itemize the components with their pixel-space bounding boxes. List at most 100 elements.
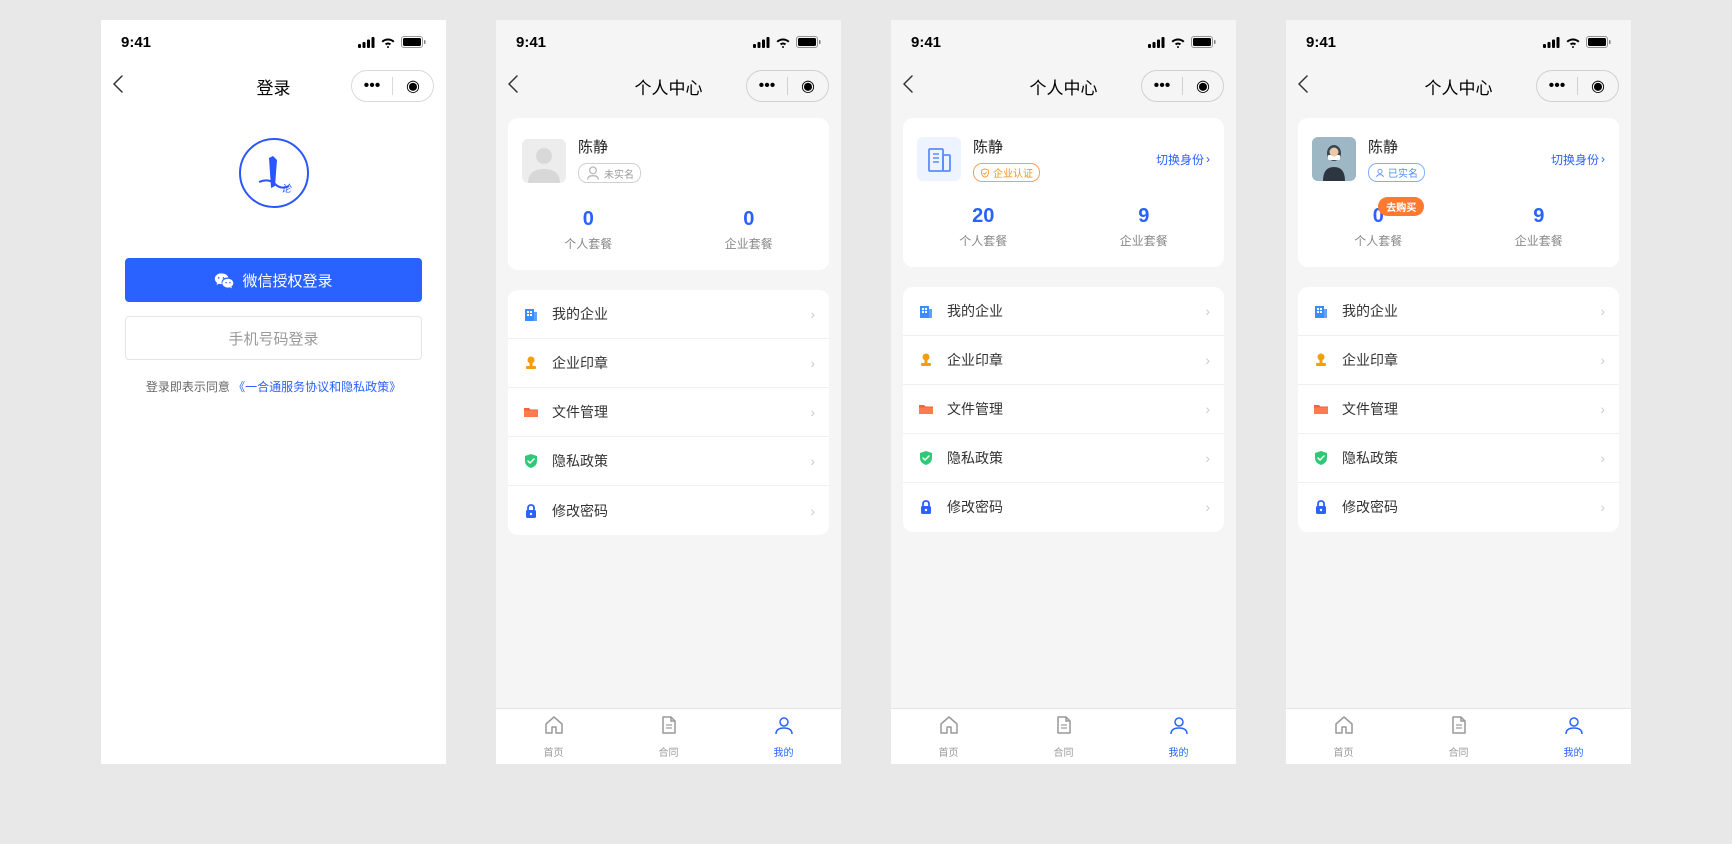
menu-privacy[interactable]: 隐私政策 ›	[903, 434, 1224, 483]
signal-icon	[753, 37, 770, 48]
tab-home[interactable]: 首页	[891, 709, 1006, 764]
menu-list: 我的企业 › 企业印章 › 文件管理 › 隐私政策 › 修改密码 ›	[1298, 287, 1619, 532]
wifi-icon	[775, 36, 791, 48]
capsule-menu-icon[interactable]: •••	[352, 70, 392, 102]
capsule-menu-icon[interactable]: •••	[1537, 70, 1577, 102]
navbar-title: 登录	[257, 74, 291, 99]
chevron-right-icon: ›	[1205, 401, 1210, 417]
home-icon	[1333, 714, 1355, 742]
menu-my-company[interactable]: 我的企业 ›	[903, 287, 1224, 336]
profile-header[interactable]: 陈静 企业认证 切换身份 ›	[903, 118, 1224, 195]
stats-row: 0 去购买 个人套餐 9 企业套餐	[1298, 195, 1619, 267]
stat-enterprise[interactable]: 0 企业套餐	[669, 208, 830, 252]
menu-my-company[interactable]: 我的企业 ›	[1298, 287, 1619, 336]
menu-change-pwd[interactable]: 修改密码 ›	[903, 483, 1224, 532]
login-agreement: 登录即表示同意 《一合通服务协议和隐私政策》	[101, 378, 446, 395]
phone-login-button[interactable]: 手机号码登录	[125, 316, 422, 360]
profile-header[interactable]: 陈静 已实名 切换身份 ›	[1298, 118, 1619, 195]
capsule-menu-icon[interactable]: •••	[747, 70, 787, 102]
chevron-right-icon: ›	[810, 355, 815, 371]
stat-enterprise[interactable]: 9 企业套餐	[1459, 205, 1620, 249]
shield-check-icon	[980, 168, 990, 178]
menu-privacy[interactable]: 隐私政策 ›	[508, 437, 829, 486]
tab-home[interactable]: 首页	[496, 709, 611, 764]
battery-icon	[1191, 36, 1216, 48]
menu-company-seal[interactable]: 企业印章 ›	[508, 339, 829, 388]
folder-icon	[1312, 400, 1330, 418]
menu-company-seal[interactable]: 企业印章 ›	[1298, 336, 1619, 385]
tab-mine[interactable]: 我的	[1121, 709, 1236, 764]
back-button[interactable]	[1298, 75, 1322, 98]
status-icons	[358, 36, 426, 48]
user-icon	[1168, 714, 1190, 742]
seal-icon	[1312, 351, 1330, 369]
shield-icon	[1312, 449, 1330, 467]
chevron-right-icon: ›	[1600, 303, 1605, 319]
user-name: 陈静	[578, 136, 815, 157]
profile-screen-unverified: 9:41 个人中心 ••• ◉ 陈静 未实名	[496, 20, 841, 764]
login-screen: 9:41 登录 ••• ◉ 论 微信授权登录 手机号码登录 登录即表示同意 《一…	[101, 20, 446, 764]
switch-identity-link[interactable]: 切换身份 ›	[1156, 151, 1210, 168]
capsule-menu-icon[interactable]: •••	[1142, 70, 1182, 102]
menu-file-mgmt[interactable]: 文件管理 ›	[508, 388, 829, 437]
back-button[interactable]	[903, 75, 927, 98]
capsule-close-icon[interactable]: ◉	[393, 70, 433, 102]
wifi-icon	[380, 36, 396, 48]
home-icon	[543, 714, 565, 742]
buy-badge[interactable]: 去购买	[1378, 197, 1424, 216]
stat-personal[interactable]: 20 个人套餐	[903, 205, 1064, 249]
building-icon	[522, 305, 540, 323]
navbar-title: 个人中心	[1425, 74, 1493, 99]
menu-change-pwd[interactable]: 修改密码 ›	[508, 486, 829, 535]
profile-header[interactable]: 陈静 未实名	[508, 118, 829, 198]
tab-contract[interactable]: 合同	[611, 709, 726, 764]
navbar: 个人中心 ••• ◉	[1286, 64, 1631, 108]
profile-card: 陈静 未实名 0 个人套餐 0 企业套餐	[508, 118, 829, 270]
back-button[interactable]	[113, 75, 137, 98]
miniprogram-capsule: ••• ◉	[1141, 70, 1224, 102]
verification-badge: 未实名	[578, 163, 641, 183]
menu-company-seal[interactable]: 企业印章 ›	[903, 336, 1224, 385]
stat-personal[interactable]: 0 去购买 个人套餐	[1298, 205, 1459, 249]
shield-icon	[917, 449, 935, 467]
user-name: 陈静	[973, 136, 1156, 157]
agreement-link[interactable]: 《一合通服务协议和隐私政策》	[233, 380, 401, 394]
tabbar: 首页 合同 我的	[891, 708, 1236, 764]
stat-personal[interactable]: 0 个人套餐	[508, 208, 669, 252]
navbar-title: 个人中心	[1030, 74, 1098, 99]
seal-icon	[917, 351, 935, 369]
capsule-close-icon[interactable]: ◉	[1183, 70, 1223, 102]
statusbar: 9:41	[101, 20, 446, 64]
chevron-right-icon: ›	[1600, 401, 1605, 417]
chevron-right-icon: ›	[1205, 450, 1210, 466]
tab-contract[interactable]: 合同	[1006, 709, 1121, 764]
miniprogram-capsule: ••• ◉	[351, 70, 434, 102]
menu-my-company[interactable]: 我的企业 ›	[508, 290, 829, 339]
menu-privacy[interactable]: 隐私政策 ›	[1298, 434, 1619, 483]
tab-contract[interactable]: 合同	[1401, 709, 1516, 764]
back-button[interactable]	[508, 75, 532, 98]
tab-home[interactable]: 首页	[1286, 709, 1401, 764]
wechat-login-button[interactable]: 微信授权登录	[125, 258, 422, 302]
switch-identity-link[interactable]: 切换身份 ›	[1551, 151, 1605, 168]
profile-card: 陈静 企业认证 切换身份 › 20 个人套餐 9 企业套餐	[903, 118, 1224, 267]
tab-mine[interactable]: 我的	[1516, 709, 1631, 764]
building-icon	[1312, 302, 1330, 320]
chevron-right-icon: ›	[1600, 499, 1605, 515]
capsule-close-icon[interactable]: ◉	[788, 70, 828, 102]
menu-file-mgmt[interactable]: 文件管理 ›	[1298, 385, 1619, 434]
document-icon	[1448, 714, 1470, 742]
chevron-right-icon: ›	[810, 306, 815, 322]
stat-enterprise[interactable]: 9 企业套餐	[1064, 205, 1225, 249]
menu-file-mgmt[interactable]: 文件管理 ›	[903, 385, 1224, 434]
miniprogram-capsule: ••• ◉	[1536, 70, 1619, 102]
chevron-right-icon: ›	[810, 404, 815, 420]
tab-mine[interactable]: 我的	[726, 709, 841, 764]
navbar-title: 个人中心	[635, 74, 703, 99]
capsule-close-icon[interactable]: ◉	[1578, 70, 1618, 102]
tabbar: 首页 合同 我的	[496, 708, 841, 764]
stats-row: 20 个人套餐 9 企业套餐	[903, 195, 1224, 267]
menu-change-pwd[interactable]: 修改密码 ›	[1298, 483, 1619, 532]
building-icon	[917, 302, 935, 320]
avatar-placeholder	[522, 139, 566, 183]
